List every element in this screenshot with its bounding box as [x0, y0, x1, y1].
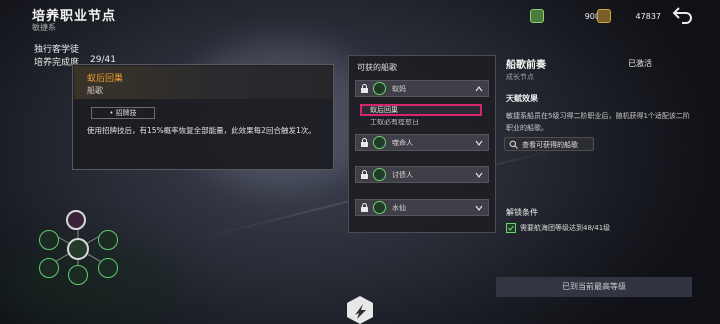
lock-icon [361, 170, 368, 179]
skill-description: 使用招牌技后，有15%概率恢复全部能量，此效果每2回合触发1次。 [87, 126, 316, 135]
character-icon [373, 201, 386, 214]
skill-node-upper-right[interactable] [98, 230, 118, 250]
song-group-label: 水仙 [392, 204, 406, 212]
unlock-condition-text: 需要航海团等级达到48/41级 [520, 224, 611, 232]
song-group-label: 讨债人 [392, 171, 413, 179]
talent-description: 敏捷系船员在5级习得二阶职业后，随机获得1个适配该二阶职业的船歌。 [506, 112, 690, 132]
chevron-down-icon[interactable] [475, 171, 483, 179]
skill-node-lower-left[interactable] [39, 258, 59, 278]
songs-panel-title: 可获的船歌 [357, 63, 397, 72]
currency-shield: 900 [530, 8, 600, 24]
currency-value: 47837 [635, 11, 661, 21]
skill-title: 蚁后回巢 [87, 74, 124, 84]
search-icon [509, 140, 518, 149]
song-group-0[interactable]: 蚁妈 [355, 80, 489, 97]
song-group-1[interactable]: 噬命人 [355, 134, 489, 151]
currency-value: 900 [584, 11, 600, 21]
song-group-2[interactable]: 讨债人 [355, 166, 489, 183]
node-status: 已激活 [628, 59, 652, 68]
lock-icon [361, 203, 368, 212]
max-level-button[interactable]: 已到当前最高等级 [496, 277, 692, 297]
check-icon [506, 223, 516, 233]
node-type: 成长节点 [506, 73, 534, 81]
skill-tree [18, 198, 138, 298]
view-songs-button[interactable]: 查看可获得的船歌 [504, 137, 594, 151]
lock-icon [361, 138, 368, 147]
character-icon [373, 136, 386, 149]
node-detail-panel: 船歌前奏 已激活 成长节点 天赋效果 敏捷系船员在5级习得二阶职业后，随机获得1… [496, 52, 692, 324]
profession-emblem-icon [347, 296, 373, 324]
song-sub-item[interactable]: 工蚁必有痊愈日 [362, 119, 482, 125]
skill-node-top[interactable] [66, 210, 86, 230]
chevron-down-icon[interactable] [475, 139, 483, 147]
back-arrow-icon[interactable] [672, 5, 694, 25]
song-group-3[interactable]: 水仙 [355, 199, 489, 216]
song-sub-item-selected[interactable]: 蚁后回巢 [360, 104, 482, 116]
skill-type: 船歌 [87, 86, 103, 95]
talent-title: 天赋效果 [506, 94, 538, 103]
unlock-condition: 需要航海团等级达到48/41级 [506, 222, 636, 236]
chevron-up-icon[interactable] [475, 85, 483, 93]
green-shield-icon [530, 9, 544, 23]
view-songs-label: 查看可获得的船歌 [522, 141, 578, 149]
top-bar: 培养职业节点 敏捷系 900 47837 [0, 0, 720, 34]
skill-node-lower-right[interactable] [98, 258, 118, 278]
currency-coin: 47837 [597, 8, 661, 24]
ant-mother-icon [373, 82, 386, 95]
lock-icon [361, 84, 368, 93]
node-name: 船歌前奏 [506, 60, 546, 71]
skill-node-center[interactable] [67, 238, 89, 260]
skill-node-upper-left[interactable] [39, 230, 59, 250]
song-group-label: 噬命人 [392, 139, 413, 147]
page-subtitle: 敏捷系 [32, 23, 56, 32]
gold-coin-icon [597, 9, 611, 23]
chevron-down-icon[interactable] [475, 204, 483, 212]
song-group-label: 蚁妈 [392, 85, 406, 93]
skill-tag: • 招牌技 [91, 107, 155, 119]
profession-name: 独行客学徒 [34, 45, 80, 55]
character-icon [373, 168, 386, 181]
unlock-title: 解锁条件 [506, 208, 538, 217]
songs-panel: 可获的船歌 蚁妈 蚁后回巢 工蚁必有痊愈日 噬命人 讨债人 水仙 [348, 55, 496, 233]
skill-node-bottom[interactable] [68, 265, 88, 285]
skill-tooltip: 蚁后回巢 船歌 • 招牌技 使用招牌技后，有15%概率恢复全部能量，此效果每2回… [72, 64, 334, 170]
